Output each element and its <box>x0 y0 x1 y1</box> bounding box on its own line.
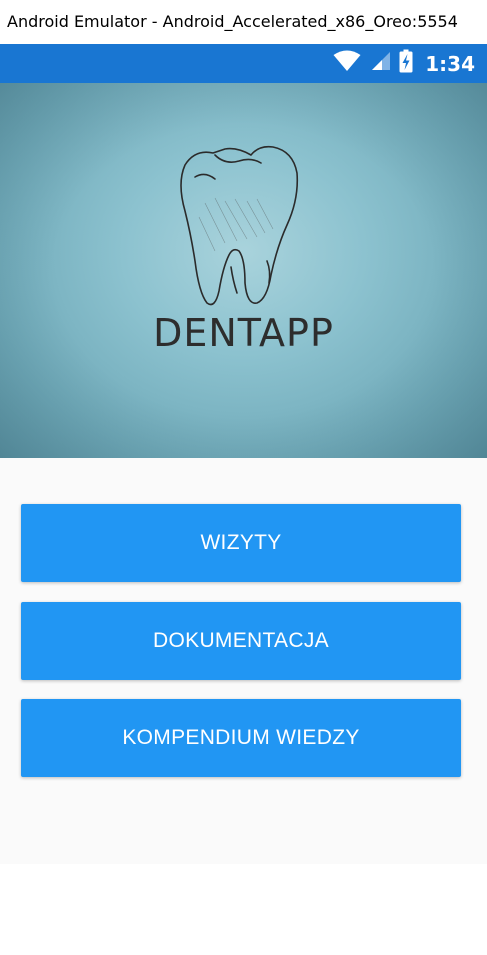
tooth-icon <box>180 145 299 306</box>
main-menu: WIZYTY DOKUMENTACJA KOMPENDIUM WIEDZY <box>0 458 487 864</box>
logo-text: DENTAPP <box>153 311 334 355</box>
documentation-button[interactable]: DOKUMENTACJA <box>21 602 461 680</box>
status-bar: 1:34 <box>0 44 487 83</box>
window-title: Android Emulator - Android_Accelerated_x… <box>0 0 487 44</box>
visits-button[interactable]: WIZYTY <box>21 504 461 582</box>
wifi-icon <box>333 50 361 77</box>
signal-icon <box>369 51 391 76</box>
header-banner: DENTAPP <box>0 83 487 458</box>
status-icons: 1:34 <box>333 44 475 83</box>
status-time: 1:34 <box>425 51 475 76</box>
knowledge-compendium-button[interactable]: KOMPENDIUM WIEDZY <box>21 699 461 777</box>
battery-charging-icon <box>399 49 413 78</box>
